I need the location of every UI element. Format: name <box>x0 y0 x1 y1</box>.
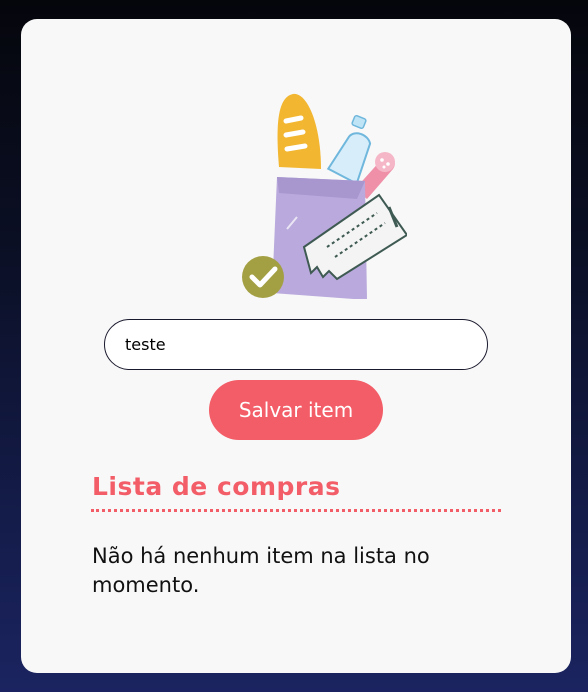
save-item-button[interactable]: Salvar item <box>209 380 383 440</box>
item-input-wrapper <box>104 319 488 370</box>
bread-icon <box>277 93 321 169</box>
title-divider <box>91 509 501 512</box>
item-input[interactable] <box>105 320 487 369</box>
check-circle-icon <box>242 256 284 298</box>
list-title: Lista de compras <box>92 472 341 501</box>
grocery-bag-icon <box>242 93 407 299</box>
empty-list-message: Não há nenhum item na lista no momento. <box>92 544 430 597</box>
bottle-icon <box>326 114 372 186</box>
shopping-list-card: Salvar item Lista de compras Não há nenh… <box>21 19 571 673</box>
